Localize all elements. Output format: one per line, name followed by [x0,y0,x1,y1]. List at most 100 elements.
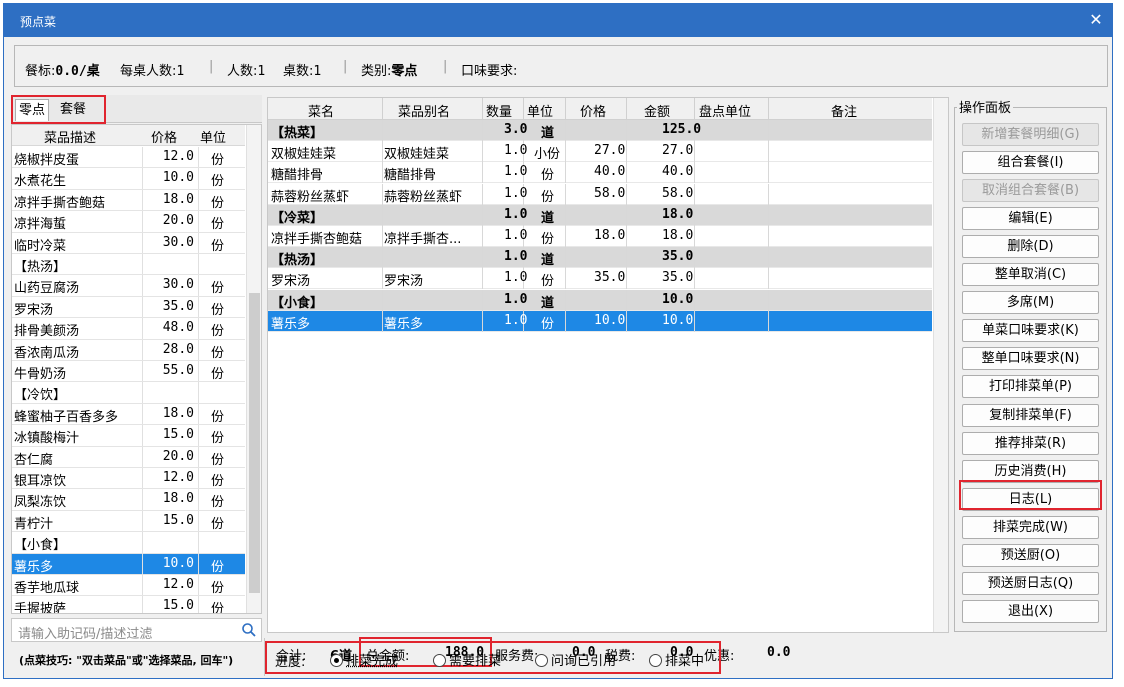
menu-item-price: 20.0 [162,213,194,229]
menu-item-row[interactable]: 香浓南瓜汤 28.0 份 [12,339,245,361]
filter-input[interactable]: 请输入助记码/描述过滤 [11,618,262,642]
order-unit: 份 [541,168,555,184]
menu-list[interactable]: 菜品描述 价格 单位 烧椒拌皮蛋 12.0 份水煮花生 10.0 份凉拌手撕杏鲍菇 18.… [11,124,262,614]
menu-item-row[interactable]: 水煮花生 10.0 份 [12,168,245,190]
order-group-row[interactable]: 【冷菜】 1.0 道 18.0 [268,204,932,226]
col-alias[interactable]: 菜品别名 [398,101,450,120]
menu-item-row[interactable]: 银耳凉饮 12.0 份 [12,468,245,490]
menu-item-row[interactable]: 蜂蜜柚子百香多多 18.0 份 [12,403,245,426]
panel-button[interactable]: 预送厨(O) [962,543,1099,567]
tabs-highlight [11,95,106,124]
order-amount: 18.0 [662,228,694,243]
window-title: 预点菜 [20,15,57,29]
order-price: 18.0 [594,228,626,243]
order-dish-alias: 糖醋排骨 [384,168,437,184]
menu-item-name: 凉拌海蜇 [14,217,67,233]
panel-button[interactable]: 复制排菜单(F) [962,403,1099,427]
order-dish-alias: 薯乐多 [384,316,424,332]
order-grid[interactable]: 菜名 菜品别名 数量 单位 价格 金额 盘点单位 备注 【热菜】 3.0 道 125.… [267,97,949,633]
menu-item-name: 手握披萨 [14,602,67,614]
menu-item-name: 罗宋汤 [14,302,54,318]
menu-item-row[interactable]: 薯乐多 10.0 份 [12,553,245,575]
menu-list-scrollbar[interactable] [246,125,261,613]
panel-button[interactable]: 多席(M) [962,291,1099,315]
order-item-row[interactable]: 蒜蓉粉丝蒸虾 蒜蓉粉丝蒸虾 1.0 份 58.0 58.0 [268,183,932,205]
menu-item-row[interactable]: 临时冷菜 30.0 份 [12,232,245,254]
menu-item-row[interactable]: 【冷饮】 [12,382,245,404]
panel-button[interactable]: 退出(X) [962,599,1099,623]
col-quantity[interactable]: 数量 [486,101,512,120]
menu-item-name: 青柠汁 [14,516,54,532]
col-price[interactable]: 价格 [151,127,177,146]
order-item-row[interactable]: 糖醋排骨 糖醋排骨 1.0 份 40.0 40.0 [268,162,932,184]
panel-button[interactable]: 单菜口味要求(K) [962,319,1099,343]
panel-button[interactable]: 整单取消(C) [962,263,1099,287]
panel-button[interactable]: 打印排菜单(P) [962,375,1099,399]
menu-item-price: 10.0 [162,555,194,571]
order-item-row[interactable]: 双椒娃娃菜 双椒娃娃菜 1.0 小份 27.0 27.0 [268,141,932,163]
menu-item-unit: 份 [211,345,225,361]
panel-button[interactable]: 整单口味要求(N) [962,347,1099,371]
order-grid-scrollbar[interactable] [933,98,948,632]
col-amount[interactable]: 金额 [644,101,670,120]
col-unit[interactable]: 单位 [200,127,226,146]
search-icon[interactable] [241,622,257,638]
menu-item-price: 15.0 [162,512,194,528]
menu-item-unit: 份 [211,431,225,447]
panel-button[interactable]: 新增套餐明细(G) [962,123,1099,146]
category-info: 类别:零点 [361,64,418,79]
panel-button[interactable]: 排菜完成(W) [962,515,1099,539]
order-item-row[interactable]: 薯乐多 薯乐多 1.0 份 10.0 10.0 [268,310,932,332]
menu-item-row[interactable]: 【热汤】 [12,254,245,276]
order-amount: 27.0 [662,143,694,159]
order-quantity: 1.0 [504,143,528,159]
order-dish-name: 凉拌手撕杏鲍菇 [271,232,363,247]
col-price[interactable]: 价格 [580,101,606,120]
menu-item-row[interactable]: 杏仁腐 20.0 份 [12,446,245,468]
col-unit[interactable]: 单位 [527,101,553,120]
panel-button[interactable]: 组合套餐(I) [962,151,1099,175]
panel-button[interactable]: 取消组合套餐(B) [962,179,1099,203]
order-dish-alias: 罗宋汤 [384,274,424,290]
menu-item-row[interactable]: 香芋地瓜球 12.0 份 [12,575,245,597]
menu-item-row[interactable]: 凉拌海蜇 20.0 份 [12,211,245,233]
panel-button[interactable]: 推荐排菜(R) [962,431,1099,455]
menu-item-name: 冰镇酸梅汁 [14,431,80,447]
menu-item-row[interactable]: 山药豆腐汤 30.0 份 [12,275,245,297]
panel-button[interactable]: 删除(D) [962,235,1099,259]
menu-item-row[interactable]: 烧椒拌皮蛋 12.0 份 [12,147,245,169]
panel-button[interactable]: 预送厨日志(Q) [962,571,1099,595]
menu-item-unit: 份 [211,281,225,297]
menu-item-unit: 份 [211,581,225,596]
order-quantity: 1.0 [504,249,528,265]
menu-item-row[interactable]: 【小食】 [12,532,245,554]
menu-item-row[interactable]: 牛骨奶汤 55.0 份 [12,361,245,383]
discount-value: 0.0 [767,645,791,660]
menu-item-unit: 份 [211,367,225,382]
col-dish-name[interactable]: 菜名 [308,101,334,120]
order-group-row[interactable]: 【小食】 1.0 道 10.0 [268,289,932,311]
close-icon[interactable]: ✕ [1085,9,1107,31]
menu-item-unit: 份 [211,516,225,532]
order-item-row[interactable]: 罗宋汤 罗宋汤 1.0 份 35.0 35.0 [268,268,932,290]
col-description[interactable]: 菜品描述 [44,127,96,146]
menu-item-row[interactable]: 凉拌手撕杏鲍菇 18.0 份 [12,189,245,212]
order-item-row[interactable]: 凉拌手撕杏鲍菇 凉拌手撕杏... 1.0 份 18.0 18.0 [268,226,932,247]
menu-item-row[interactable]: 青柠汁 15.0 份 [12,510,245,533]
panel-button[interactable]: 编辑(E) [962,207,1099,231]
menu-item-row[interactable]: 凤梨冻饮 18.0 份 [12,489,245,511]
menu-item-row[interactable]: 罗宋汤 35.0 份 [12,296,245,319]
menu-item-price: 28.0 [162,341,194,357]
menu-item-unit: 份 [211,452,225,468]
order-group-row[interactable]: 【热菜】 3.0 道 125.0 [268,120,932,141]
menu-item-row[interactable]: 手握披萨 15.0 份 [12,596,245,614]
col-stock-unit[interactable]: 盘点单位 [699,101,751,120]
menu-item-row[interactable]: 冰镇酸梅汁 15.0 份 [12,425,245,447]
log-button-highlight [959,480,1102,510]
col-remark[interactable]: 备注 [831,101,857,120]
order-group-row[interactable]: 【热汤】 1.0 道 35.0 [268,247,932,269]
menu-item-price: 20.0 [162,448,194,464]
scroll-thumb[interactable] [249,293,260,593]
ordering-tip: (点菜技巧: "双击菜品"或"选择菜品, 回车") [19,654,234,667]
menu-item-row[interactable]: 排骨美颜汤 48.0 份 [12,318,245,340]
